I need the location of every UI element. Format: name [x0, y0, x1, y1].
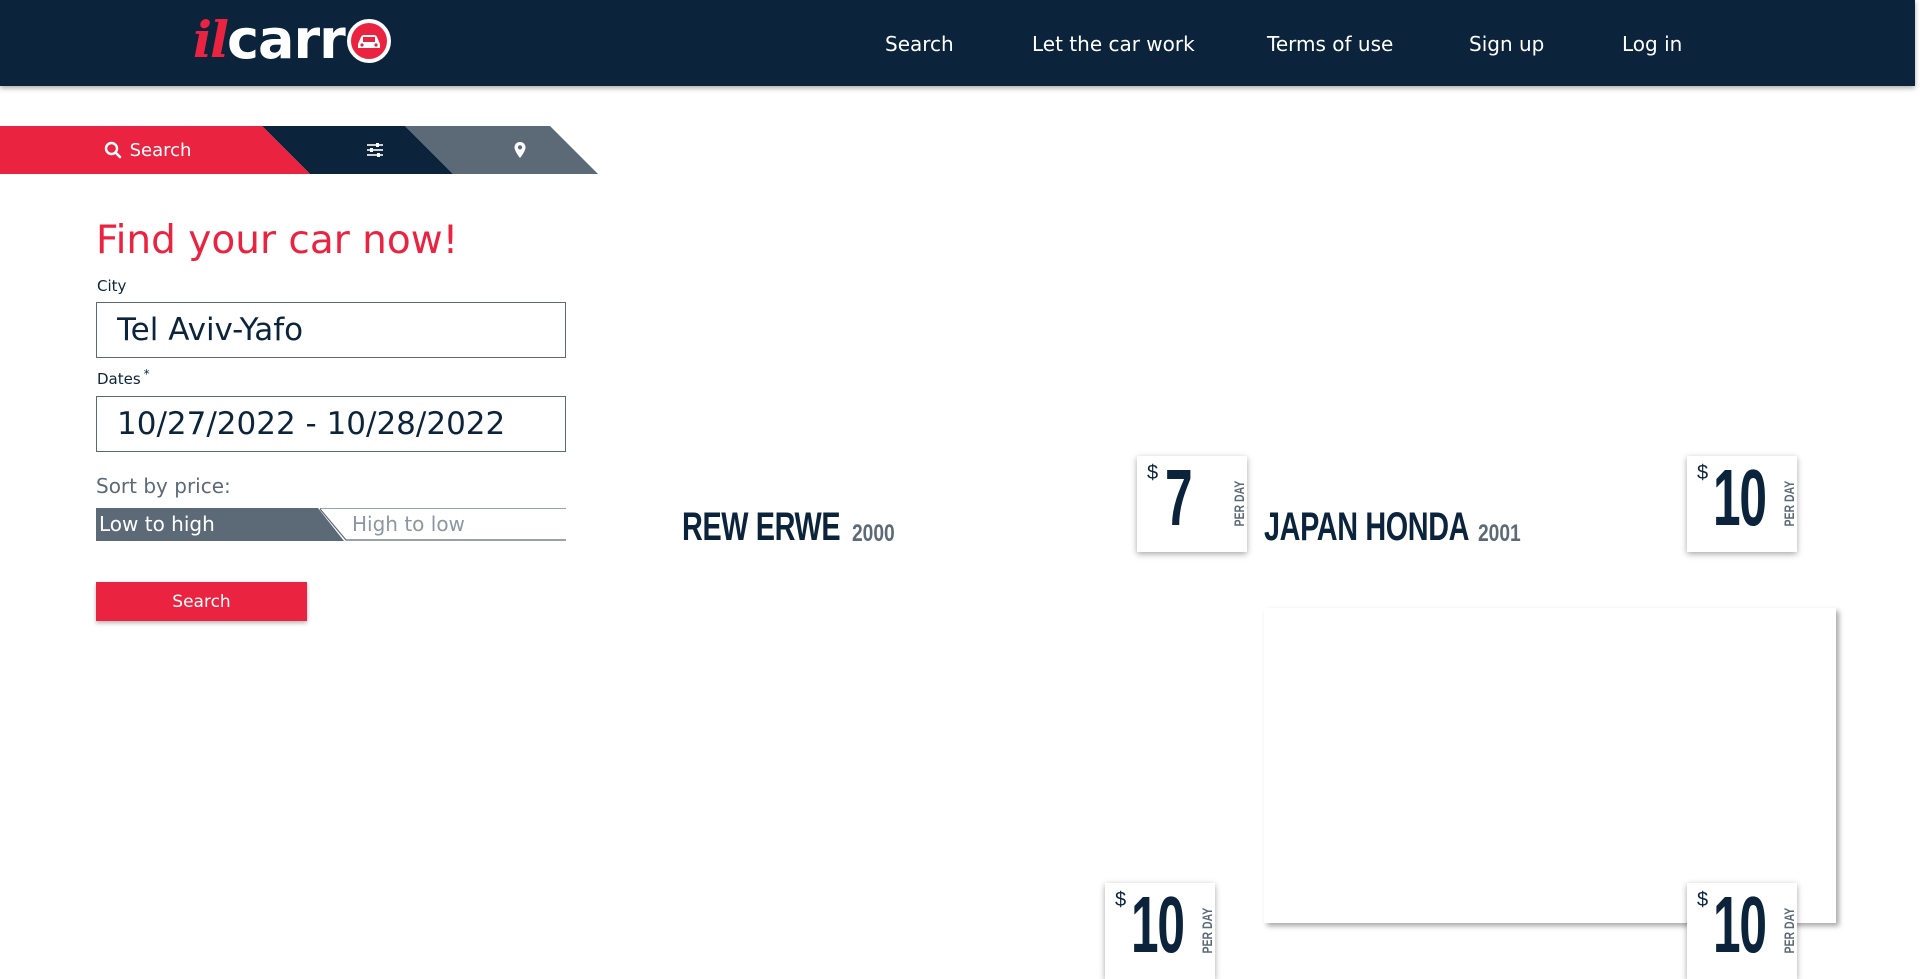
nav-terms-of-use-link[interactable]: Terms of use — [1267, 32, 1393, 56]
tab-search[interactable]: Search — [0, 126, 295, 174]
nav-sign-up-link[interactable]: Sign up — [1469, 32, 1544, 56]
price-currency: $ — [1697, 889, 1709, 911]
ilcarro-logo[interactable]: il carr — [193, 7, 391, 71]
price-amount: 10 — [1713, 883, 1767, 969]
sort-by-price-label: Sort by price: — [96, 474, 231, 498]
price-amount: 10 — [1131, 883, 1185, 969]
car-year: 2001 — [1478, 520, 1521, 547]
city-label: City — [97, 277, 127, 295]
search-icon — [104, 141, 122, 159]
tab-search-label: Search — [129, 139, 192, 161]
search-mode-tabs: Search — [0, 126, 600, 174]
dates-label-row: Dates * — [97, 367, 150, 388]
sort-price-toggle: Low to high High to low — [96, 508, 566, 541]
logo-prefix: il — [193, 9, 229, 69]
dates-label: Dates — [97, 370, 141, 388]
price-unit: PER DAY — [1199, 907, 1215, 954]
price-unit: PER DAY — [1781, 907, 1797, 954]
city-input[interactable] — [96, 302, 566, 358]
car-year: 2000 — [852, 520, 895, 547]
price-tag: $ 7 PER DAY — [1137, 456, 1247, 552]
price-tag: $ 10 PER DAY — [1687, 883, 1797, 979]
price-amount: 10 — [1713, 456, 1767, 542]
nav-let-the-car-work-link[interactable]: Let the car work — [1032, 32, 1195, 56]
required-mark: * — [143, 367, 150, 381]
price-unit: PER DAY — [1231, 480, 1247, 527]
price-currency: $ — [1697, 462, 1709, 484]
price-tag: $ 10 PER DAY — [1687, 456, 1797, 552]
tab-map[interactable] — [475, 126, 565, 174]
price-amount: 7 — [1165, 456, 1193, 542]
map-pin-icon — [513, 141, 527, 159]
sliders-icon — [366, 142, 384, 158]
nav-log-in-link[interactable]: Log in — [1622, 32, 1682, 56]
top-navbar: il carr Search Let the car work Terms of… — [0, 0, 1915, 86]
search-button[interactable]: Search — [96, 582, 307, 621]
nav-search-link[interactable]: Search — [885, 32, 954, 56]
car-image[interactable] — [1264, 608, 1836, 923]
logo-main: carr — [227, 7, 346, 71]
car-name: REW ERWE — [682, 505, 841, 549]
sort-high-to-low-option[interactable]: High to low — [352, 508, 562, 541]
logo-car-badge-icon — [346, 19, 391, 63]
dates-input[interactable] — [96, 396, 566, 452]
price-unit: PER DAY — [1781, 480, 1797, 527]
price-currency: $ — [1147, 462, 1159, 484]
car-name: JAPAN HONDA — [1264, 505, 1470, 549]
sort-low-to-high-option[interactable]: Low to high — [99, 508, 329, 541]
price-tag: $ 10 PER DAY — [1105, 883, 1215, 979]
form-title: Find your car now! — [96, 218, 459, 263]
price-currency: $ — [1115, 889, 1127, 911]
tab-filters[interactable] — [330, 126, 420, 174]
